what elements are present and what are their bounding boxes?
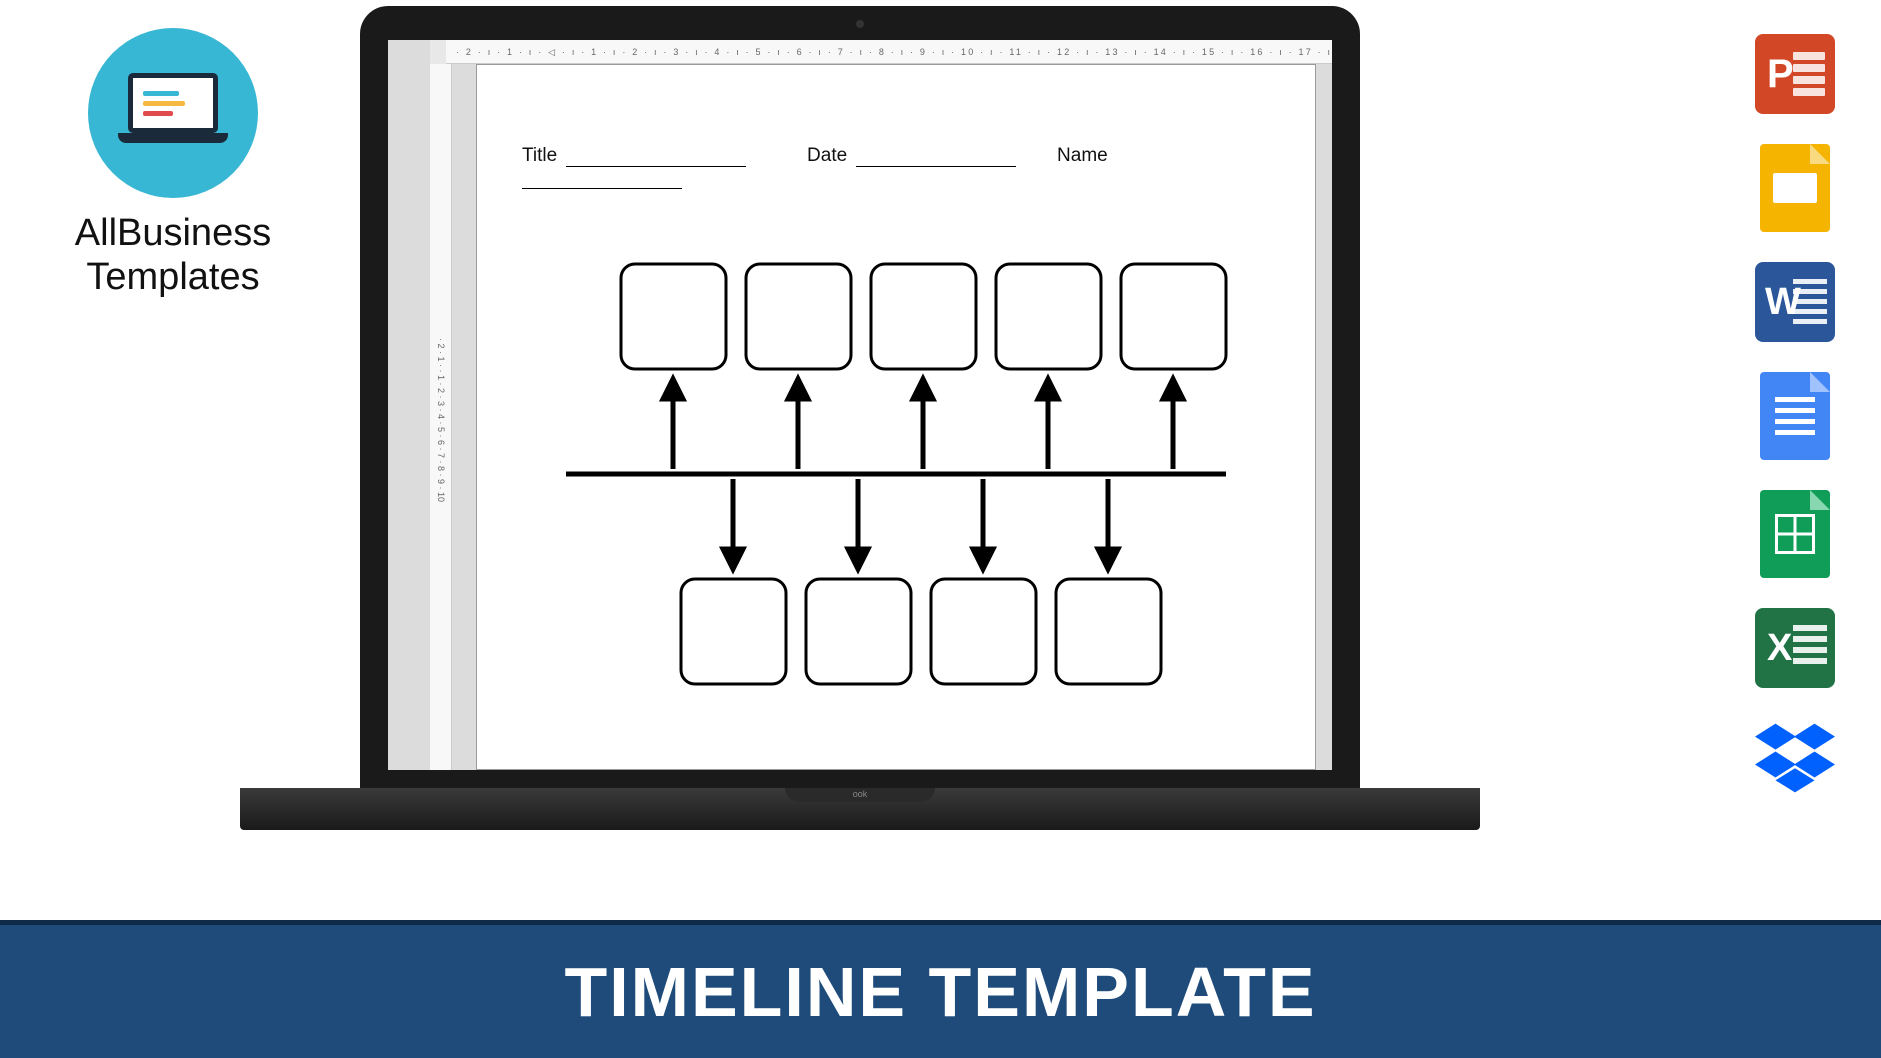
word-icon[interactable] xyxy=(1755,262,1835,342)
name-label: Name xyxy=(1057,145,1108,166)
title-label: Title xyxy=(522,145,557,166)
horizontal-ruler: · 2 · ı · 1 · ı · ◁ · ı · 1 · ı · 2 · ı … xyxy=(446,40,1332,64)
vertical-ruler: · 2 · 1 · · 1 · 2 · 3 · 4 · 5 · 6 · 7 · … xyxy=(430,64,452,770)
laptop-mockup: · 2 · ı · 1 · ı · ◁ · ı · 1 · ı · 2 · ı … xyxy=(360,6,1360,830)
google-sheets-icon[interactable] xyxy=(1760,490,1830,578)
document-page: Title Date Name xyxy=(476,64,1316,770)
app-icons-column xyxy=(1755,34,1835,798)
brand-line2: Templates xyxy=(48,256,298,300)
editor-screen: · 2 · ı · 1 · ı · ◁ · ı · 1 · ı · 2 · ı … xyxy=(388,40,1332,770)
laptop-icon xyxy=(118,73,228,153)
powerpoint-icon[interactable] xyxy=(1755,34,1835,114)
brand-logo-circle xyxy=(88,28,258,198)
google-docs-icon[interactable] xyxy=(1760,372,1830,460)
dropbox-icon[interactable] xyxy=(1755,718,1835,798)
title-blank[interactable] xyxy=(566,153,746,167)
date-blank[interactable] xyxy=(856,153,1016,167)
footer-banner: TIMELINE TEMPLATE xyxy=(0,920,1881,1058)
brand-logo-block: AllBusiness Templates xyxy=(48,28,298,299)
name-blank[interactable] xyxy=(522,175,682,189)
brand-line1: AllBusiness xyxy=(48,212,298,256)
date-label: Date xyxy=(807,145,847,166)
editor-left-margin xyxy=(388,40,430,770)
timeline-diagram xyxy=(536,244,1256,704)
banner-title: TIMELINE TEMPLATE xyxy=(564,952,1316,1032)
laptop-base: ook xyxy=(240,788,1480,830)
excel-icon[interactable] xyxy=(1755,608,1835,688)
laptop-notch: ook xyxy=(785,788,935,802)
camera-dot xyxy=(856,20,864,28)
google-slides-icon[interactable] xyxy=(1760,144,1830,232)
header-fields: Title Date Name xyxy=(522,145,1270,189)
brand-name: AllBusiness Templates xyxy=(48,212,298,299)
